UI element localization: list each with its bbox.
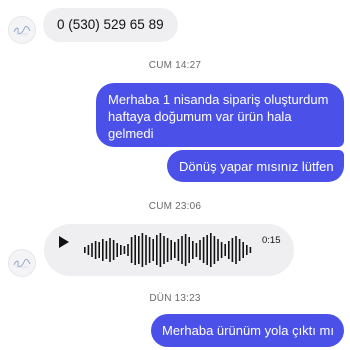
waveform-bar — [116, 243, 118, 257]
voice-message[interactable]: 0:15 — [44, 224, 294, 276]
outgoing-message[interactable]: Dönüş yapar mısınız lütfen — [167, 150, 344, 182]
waveform-bar — [195, 243, 198, 257]
outgoing-message[interactable]: Merhaba 1 nisanda sipariş oluşturdum haf… — [96, 83, 344, 147]
waveform-bar — [159, 233, 162, 267]
waveform-bar — [177, 239, 180, 261]
timestamp: DÜN 13:23 — [149, 293, 201, 304]
signature-logo-icon — [13, 258, 31, 268]
waveform-bar — [94, 241, 97, 259]
waveform-bar — [246, 245, 248, 255]
message-text: 0 (530) 529 65 89 — [57, 17, 164, 32]
waveform-bar — [202, 237, 205, 263]
timestamp: CUM 23:06 — [148, 201, 202, 212]
outgoing-message[interactable]: Merhaba ürünüm yola çıktı mı — [151, 314, 344, 347]
waveform-bar — [148, 237, 151, 263]
waveform-bar — [91, 243, 93, 257]
waveform-bar — [192, 241, 194, 259]
waveform-bar — [188, 237, 190, 263]
waveform-bar — [181, 236, 183, 264]
contact-avatar[interactable] — [8, 16, 36, 44]
waveform-bar — [134, 235, 136, 265]
contact-avatar[interactable] — [8, 249, 36, 277]
waveform-bar — [235, 236, 237, 264]
waveform-bar — [102, 239, 104, 261]
message-text: Merhaba 1 nisanda sipariş oluşturdum haf… — [108, 92, 329, 141]
waveform-bar — [238, 239, 241, 261]
waveform-bar — [206, 235, 208, 265]
waveform-bar — [105, 241, 108, 259]
waveform-bar — [123, 246, 126, 254]
waveform-bar — [213, 236, 216, 264]
incoming-message-phone[interactable]: 0 (530) 529 65 89 — [43, 8, 178, 42]
waveform-bar — [166, 238, 169, 262]
waveform-bar — [109, 238, 111, 262]
waveform-bar — [141, 233, 144, 267]
message-text: Dönüş yapar mısınız lütfen — [179, 159, 334, 174]
waveform-bar — [163, 236, 165, 264]
message-text: Merhaba ürünüm yola çıktı mı — [162, 323, 334, 338]
waveform-bar — [87, 245, 90, 255]
waveform — [84, 233, 252, 267]
waveform-bar — [217, 239, 219, 261]
waveform-bar — [184, 234, 187, 266]
waveform-bar — [242, 242, 244, 258]
waveform-bar — [224, 244, 226, 256]
waveform-bar — [152, 239, 154, 261]
signature-logo-icon — [13, 25, 31, 35]
waveform-bar — [174, 242, 176, 258]
waveform-bar — [228, 241, 230, 259]
voice-duration: 0:15 — [262, 235, 281, 246]
waveform-bar — [130, 237, 133, 263]
waveform-bar — [199, 240, 201, 260]
waveform-bar — [249, 247, 252, 253]
waveform-bar — [145, 235, 147, 265]
waveform-bar — [84, 247, 86, 253]
waveform-bar — [127, 244, 129, 256]
waveform-bar — [112, 240, 115, 260]
waveform-bar — [231, 238, 234, 262]
waveform-bar — [138, 236, 140, 264]
play-icon[interactable] — [59, 236, 69, 248]
waveform-bar — [156, 235, 158, 265]
waveform-bar — [220, 242, 223, 258]
timestamp: CUM 14:27 — [148, 60, 202, 71]
waveform-bar — [98, 242, 100, 258]
waveform-bar — [210, 233, 212, 267]
waveform-bar — [120, 245, 122, 255]
waveform-bar — [170, 240, 172, 260]
